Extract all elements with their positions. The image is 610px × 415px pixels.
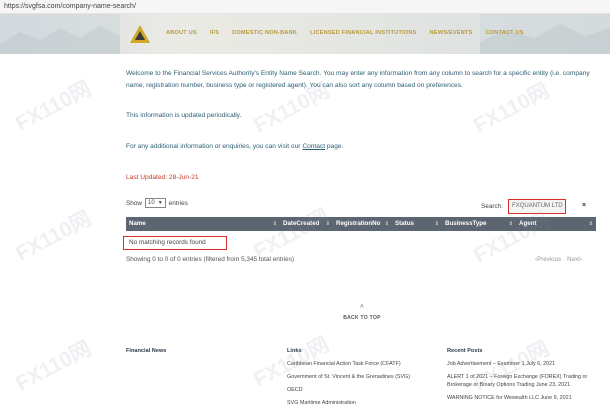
nav-news-events[interactable]: NEWS/EVENTS <box>430 30 473 40</box>
site-header: ABOUT US IFS DOMESTIC NON-BANK LICENSED … <box>0 14 610 54</box>
nav-about-us[interactable]: ABOUT US <box>166 30 197 40</box>
nav-domestic-non-bank[interactable]: DOMESTIC NON-BANK <box>232 30 297 40</box>
nav-contact-us[interactable]: CONTACT US <box>485 30 523 40</box>
last-updated-value: 28-Jun-21 <box>168 174 199 181</box>
table-info: Showing 0 to 0 of 0 entries (filtered fr… <box>126 256 295 263</box>
previous-button[interactable]: ‹Previous <box>535 256 561 263</box>
header-graphic-left <box>0 14 120 54</box>
sort-icon: ⇕ <box>325 221 330 227</box>
update-note: This information is updated periodically… <box>126 112 242 119</box>
col-agent-label: Agent <box>519 220 537 227</box>
entries-control: Show 10 ▼ entries <box>126 198 188 208</box>
caret-up-icon: ˄ <box>360 304 364 310</box>
back-to-top-link[interactable]: ˄ BACK TO TOP <box>332 304 392 321</box>
sort-icon: ⇕ <box>434 221 439 227</box>
url-text: https://svgfsa.com/company-name-search/ <box>4 3 136 10</box>
main-menu: ABOUT US IFS DOMESTIC NON-BANK LICENSED … <box>166 30 537 40</box>
col-date-created-label: DateCreated <box>283 220 320 227</box>
contact-note: For any additional information or enquir… <box>126 141 596 153</box>
col-registration-no-label: RegistrationNo <box>336 220 381 227</box>
footer-link[interactable]: SVG Maritime Administration <box>287 399 437 407</box>
footer-heading: Links <box>287 348 302 354</box>
pagination: ‹Previous Next› <box>535 256 582 263</box>
col-business-type[interactable]: BusinessType ⇕ <box>442 217 516 231</box>
col-date-created[interactable]: DateCreated ⇕ <box>280 217 333 231</box>
col-registration-no[interactable]: RegistrationNo ⇕ <box>333 217 392 231</box>
col-status[interactable]: Status ⇕ <box>392 217 442 231</box>
sort-icon: ⇕ <box>384 221 389 227</box>
address-bar[interactable]: https://svgfsa.com/company-name-search/ <box>0 0 610 14</box>
nav-ifs[interactable]: IFS <box>210 30 219 40</box>
chevron-down-icon: ▼ <box>157 200 163 206</box>
search-control: Search: FXQUANTUM LTD <box>481 199 567 214</box>
watermark: FX110网 <box>12 206 96 266</box>
next-button[interactable]: Next› <box>567 256 582 263</box>
col-agent[interactable]: Agent ⇕ <box>516 217 596 231</box>
show-label: Show <box>126 199 142 207</box>
intro-text: Welcome to the Financial Services Author… <box>126 70 590 89</box>
contact-suffix: page. <box>326 143 344 150</box>
last-updated: Last Updated: 28-Jun-21 <box>126 174 199 181</box>
fsa-logo[interactable] <box>129 24 151 44</box>
footer-financial-news: Financial News <box>126 348 166 360</box>
footer-link[interactable]: Government of St. Vincent & the Grenadin… <box>287 373 437 381</box>
col-name[interactable]: Name ⇕ <box>126 217 280 231</box>
entries-label: entries <box>168 199 188 207</box>
col-status-label: Status <box>395 220 414 227</box>
sort-icon: ⇕ <box>272 221 277 227</box>
sort-icon: ⇕ <box>588 221 593 227</box>
footer-recent-posts: Recent Posts Job Advertisement – Examine… <box>447 348 597 407</box>
next-label: Next <box>567 256 580 263</box>
recent-post-link[interactable]: Job Advertisement – Examiner 1 July 6, 2… <box>447 360 597 368</box>
entries-value: 10 <box>148 200 155 206</box>
recent-post-link[interactable]: WARNING NOTICE for Wewealth LLC June 9, … <box>447 394 597 402</box>
footer-link[interactable]: OECD <box>287 386 437 394</box>
contact-link[interactable]: Contact <box>302 143 325 150</box>
sort-icon: ⇕ <box>508 221 513 227</box>
footer-heading: Financial News <box>126 348 167 354</box>
footer-heading: Recent Posts <box>447 348 483 354</box>
footer-link[interactable]: Caribbean Financial Action Task Force (C… <box>287 360 437 368</box>
watermark: FX110网 <box>12 336 96 396</box>
clear-search-icon[interactable]: × <box>582 202 586 209</box>
last-updated-label: Last Updated: <box>126 174 168 181</box>
table-header: Name ⇕ DateCreated ⇕ RegistrationNo ⇕ Statu… <box>126 217 596 231</box>
footer-links: Links Caribbean Financial Action Task Fo… <box>287 348 437 412</box>
search-input[interactable]: FXQUANTUM LTD <box>508 199 567 214</box>
search-label: Search: <box>481 203 504 210</box>
nav-licensed-institutions[interactable]: LICENSED FINANCIAL INSTITUTIONS <box>310 30 416 40</box>
previous-label: Previous <box>537 256 562 263</box>
col-business-type-label: BusinessType <box>445 220 487 227</box>
contact-prefix: For any additional information or enquir… <box>126 143 301 150</box>
entries-select[interactable]: 10 ▼ <box>145 198 166 208</box>
watermark: FX110网 <box>12 76 96 136</box>
recent-post-link[interactable]: ALERT 1 of 2021 – Foreign Exchange (FORE… <box>447 373 597 389</box>
back-to-top-label: BACK TO TOP <box>343 315 381 321</box>
col-name-label: Name <box>129 220 146 227</box>
empty-table-message: No matching records found <box>123 236 227 250</box>
